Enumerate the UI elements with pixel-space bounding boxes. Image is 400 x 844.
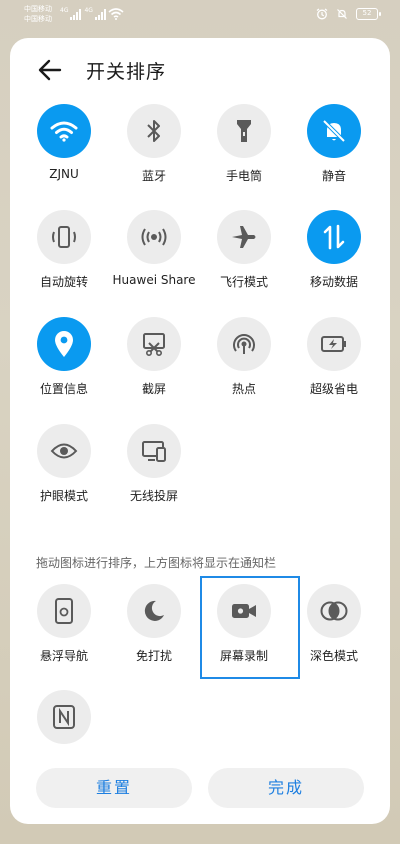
toggle-label: 免打扰: [135, 649, 172, 663]
mute-status-icon: [337, 9, 347, 19]
bluetooth-icon: [147, 120, 160, 142]
share-icon: [141, 228, 167, 246]
status-bar: 中国移动 中国移动 4G 4G 52: [0, 0, 400, 30]
toggle-circle[interactable]: [127, 104, 181, 158]
floating-nav-icon: [55, 598, 73, 624]
moon-icon: [144, 600, 164, 621]
selection-highlight: [200, 576, 300, 679]
toggle-bluetooth[interactable]: 蓝牙: [112, 104, 196, 204]
toggle-circle[interactable]: [127, 584, 181, 638]
toggle-circle[interactable]: [127, 210, 181, 264]
toggle-mobile-data[interactable]: 移动数据: [292, 210, 376, 310]
toggle-label: 位置信息: [39, 382, 88, 396]
wifi-icon: [50, 121, 78, 142]
toggle-circle[interactable]: [37, 690, 91, 744]
toggle-label: Huawei Share: [112, 273, 196, 287]
toggle-airplane[interactable]: 飞行模式: [202, 210, 286, 310]
toggle-do-not-disturb[interactable]: 免打扰: [112, 584, 196, 684]
toggle-sort-panel: 开关排序 ZJNU 蓝牙 手电筒 静音 自动旋转 Huawei Share 飞行…: [10, 38, 390, 824]
toggle-screenshot[interactable]: 截屏: [112, 317, 196, 417]
signal-sim1-icon: 4G: [60, 8, 82, 20]
airplane-icon: [232, 226, 256, 248]
alarm-icon: [316, 8, 328, 20]
toggle-label: 超级省电: [309, 382, 358, 396]
signal-strength: 4G 4G: [60, 8, 106, 20]
signal-sim2-icon: 4G: [84, 8, 106, 20]
toggle-hotspot[interactable]: 热点: [202, 317, 286, 417]
toggle-circle[interactable]: [307, 210, 361, 264]
toggle-circle[interactable]: [37, 424, 91, 478]
toggle-dark-mode[interactable]: 深色模式: [292, 584, 376, 684]
toggle-label: 蓝牙: [141, 169, 166, 183]
sort-hint-text: 拖动图标进行排序，上方图标将显示在通知栏: [36, 556, 277, 570]
eye-icon: [50, 443, 78, 459]
toggle-label: 悬浮导航: [39, 649, 88, 663]
battery-saver-icon: [321, 336, 346, 352]
toggle-flashlight[interactable]: 手电筒: [202, 104, 286, 204]
page-title: 开关排序: [86, 61, 167, 83]
toggle-wireless-cast[interactable]: 无线投屏: [112, 424, 196, 524]
toggle-huawei-share[interactable]: Huawei Share: [112, 210, 196, 310]
toggle-circle[interactable]: [37, 584, 91, 638]
toggle-label: 护眼模式: [39, 489, 88, 503]
header: 开关排序: [10, 38, 390, 102]
toggle-circle[interactable]: [307, 584, 361, 638]
toggle-circle[interactable]: [37, 210, 91, 264]
carrier-2: 中国移动: [24, 15, 52, 23]
bell-off-icon: [322, 119, 346, 143]
screenshot-icon: [143, 333, 165, 356]
dark-mode-icon: [320, 601, 348, 621]
toggle-label: 热点: [231, 382, 256, 396]
toggle-label: 手电筒: [225, 169, 262, 183]
toggle-circle[interactable]: [127, 424, 181, 478]
toggle-label: 无线投屏: [129, 489, 178, 503]
toggle-label: 静音: [321, 169, 346, 183]
toggle-label: 深色模式: [309, 649, 358, 663]
toggle-label: ZJNU: [49, 167, 79, 181]
toggle-label: 飞行模式: [219, 275, 268, 289]
toggle-battery-saver[interactable]: 超级省电: [292, 317, 376, 417]
toggle-circle[interactable]: [307, 104, 361, 158]
toggle-circle[interactable]: [37, 104, 91, 158]
done-button[interactable]: 完成: [208, 768, 364, 808]
carrier-names: 中国移动 中国移动: [24, 4, 52, 24]
hotspot-icon: [233, 334, 255, 354]
toggle-auto-rotate[interactable]: 自动旋转: [22, 210, 106, 310]
toggle-circle[interactable]: [127, 317, 181, 371]
toggle-circle[interactable]: [37, 317, 91, 371]
flashlight-icon: [237, 120, 251, 142]
nfc-icon: [53, 705, 75, 729]
toggle-label: 截屏: [141, 382, 166, 396]
toggle-label: 移动数据: [309, 275, 358, 289]
back-arrow-icon[interactable]: [34, 56, 66, 84]
toggle-floating-nav[interactable]: 悬浮导航: [22, 584, 106, 684]
toggle-circle[interactable]: [217, 210, 271, 264]
carrier-1: 中国移动: [24, 5, 52, 13]
location-icon: [55, 331, 73, 357]
wifi-status-icon: [108, 8, 124, 20]
toggle-label: 自动旋转: [39, 275, 88, 289]
mobile-data-icon: [323, 224, 345, 250]
toggle-circle[interactable]: [217, 104, 271, 158]
battery-icon: 52: [356, 8, 381, 20]
toggle-wifi[interactable]: ZJNU: [22, 104, 106, 204]
cast-icon: [142, 441, 166, 462]
reset-button[interactable]: 重置: [36, 768, 192, 808]
toggle-location[interactable]: 位置信息: [22, 317, 106, 417]
rotate-icon: [52, 226, 76, 248]
toggle-circle[interactable]: [307, 317, 361, 371]
toggle-circle[interactable]: [217, 317, 271, 371]
toggle-eye-comfort[interactable]: 护眼模式: [22, 424, 106, 524]
home-indicator-area: [0, 824, 400, 844]
toggle-mute[interactable]: 静音: [292, 104, 376, 204]
